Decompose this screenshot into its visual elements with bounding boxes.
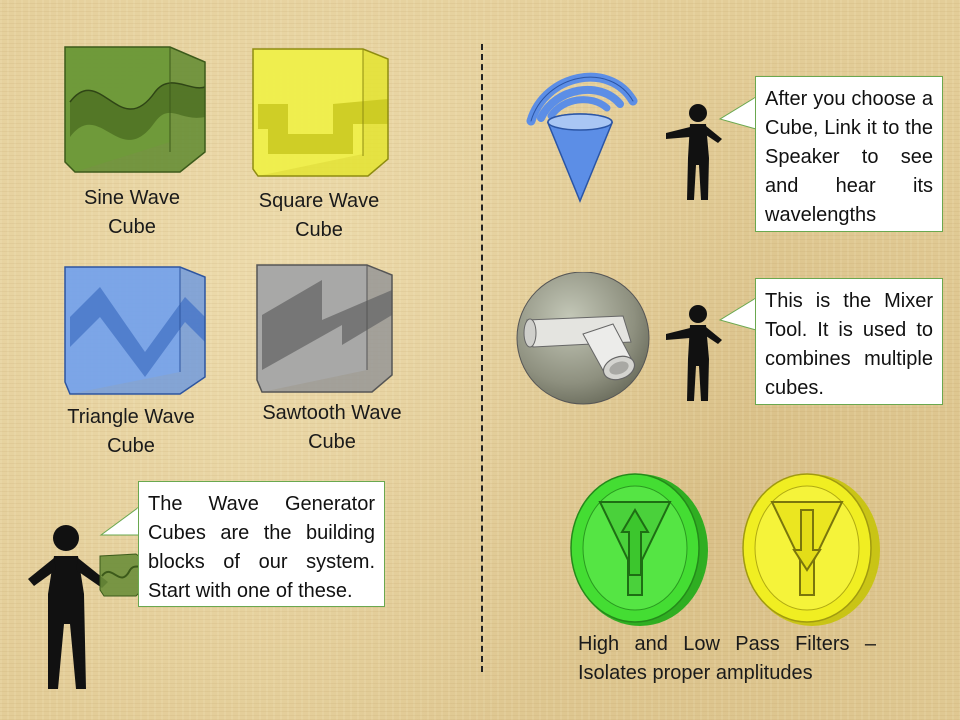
center-divider <box>481 44 483 672</box>
sine-wave-cube-label: Sine Wave Cube <box>84 187 180 238</box>
speaker-bubble-pointer <box>718 95 758 135</box>
person-icon <box>26 524 156 694</box>
triangle-wave-cube-label: Triangle Wave Cube <box>67 406 195 457</box>
sawtooth-wave-cube-icon <box>252 260 397 395</box>
triangle-wave-cube-icon <box>60 262 210 397</box>
speaker-icon <box>525 66 640 206</box>
high-pass-filter-icon <box>568 470 713 630</box>
generator-bubble: The Wave Generator Cubes are the buildin… <box>138 481 385 607</box>
mixer-bubble-pointer <box>718 296 758 336</box>
speaker-bubble: After you choose a Cube, Link it to the … <box>755 76 943 232</box>
filters-caption: High and Low Pass Filters – Isolates pro… <box>578 633 876 684</box>
mixer-bubble: This is the Mixer Tool. It is used to co… <box>755 278 943 405</box>
square-wave-cube-label: Square Wave Cube <box>258 190 380 241</box>
square-wave-cube-icon <box>248 44 393 179</box>
sawtooth-wave-cube-label: Sawtooth Wave Cube <box>262 402 402 453</box>
generator-bubble-pointer <box>99 505 141 545</box>
mixer-icon <box>513 272 653 407</box>
low-pass-filter-icon <box>740 470 885 630</box>
sine-wave-cube-icon <box>60 42 210 177</box>
